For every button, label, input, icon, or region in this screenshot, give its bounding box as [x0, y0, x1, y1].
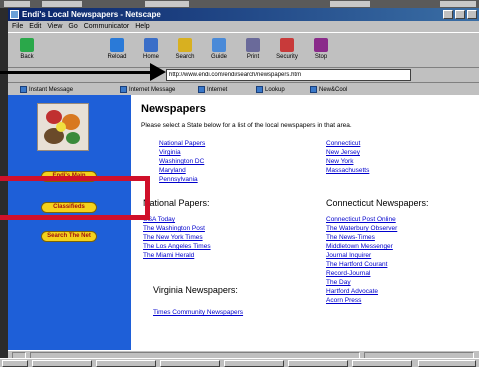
paper-link[interactable]: Times Community Newspapers: [153, 309, 243, 316]
window-title: Endi's Local Newspapers - Netscape: [22, 10, 161, 19]
menu-bar: File Edit View Go Communicator Help: [8, 21, 479, 32]
state-link-massachusetts[interactable]: Massachusetts: [326, 167, 369, 174]
virginia-papers-heading: Virginia Newspapers:: [153, 285, 238, 295]
search-the-net-button[interactable]: Search The Net: [41, 231, 97, 242]
paper-link[interactable]: Record-Journal: [326, 270, 370, 277]
home-icon: [144, 38, 158, 52]
connecticut-papers-heading: Connecticut Newspapers:: [326, 198, 429, 208]
guide-button[interactable]: Guide: [204, 36, 234, 66]
link-instant-message[interactable]: Instant Message: [20, 86, 73, 93]
paper-link[interactable]: Middletown Messenger: [326, 243, 393, 250]
state-link-maryland[interactable]: Maryland: [159, 167, 186, 174]
navigation-toolbar: Back Reload Home Search Guide Print Secu…: [8, 32, 479, 68]
annotation-arrow-line: [0, 71, 154, 74]
intro-text: Please select a State below for a list o…: [141, 122, 352, 129]
strip-button[interactable]: [4, 1, 30, 7]
state-link-washington-dc[interactable]: Washington DC: [159, 158, 204, 165]
taskbar-button[interactable]: [160, 360, 220, 367]
national-papers-heading: National Papers:: [143, 198, 210, 208]
link-new-cool[interactable]: New&Cool: [310, 86, 347, 93]
stop-icon: [314, 38, 328, 52]
taskbar-button[interactable]: [288, 360, 348, 367]
strip-button[interactable]: [145, 1, 189, 7]
link-internet[interactable]: Internet: [198, 86, 227, 93]
guide-icon: [212, 38, 226, 52]
print-button[interactable]: Print: [238, 36, 268, 66]
minimize-button[interactable]: [443, 10, 453, 19]
system-tray: [418, 360, 476, 367]
state-link-connecticut[interactable]: Connecticut: [326, 140, 360, 147]
bookmark-icon: [198, 86, 205, 93]
site-sidebar: Endi's Main Classifieds Search The Net: [8, 95, 131, 350]
reload-icon: [110, 38, 124, 52]
close-button[interactable]: [467, 10, 477, 19]
maximize-button[interactable]: [455, 10, 465, 19]
security-button[interactable]: Security: [272, 36, 302, 66]
printer-icon: [246, 38, 260, 52]
state-link-pennsylvania[interactable]: Pennsylvania: [159, 176, 198, 183]
search-icon: [178, 38, 192, 52]
stop-button[interactable]: Stop: [306, 36, 336, 66]
state-link-new-jersey[interactable]: New Jersey: [326, 149, 360, 156]
title-bar: Endi's Local Newspapers - Netscape: [8, 8, 479, 21]
paper-link[interactable]: The Los Angeles Times: [143, 243, 211, 250]
taskbar-button[interactable]: [96, 360, 156, 367]
reload-button[interactable]: Reload: [102, 36, 132, 66]
top-taskbar-strip: [0, 0, 479, 8]
bookmark-icon: [256, 86, 263, 93]
menu-go[interactable]: Go: [68, 21, 77, 32]
start-button[interactable]: [2, 360, 28, 367]
app-icon: [10, 10, 19, 19]
state-link-virginia[interactable]: Virginia: [159, 149, 181, 156]
paper-link[interactable]: The New York Times: [143, 234, 203, 241]
taskbar-button[interactable]: [224, 360, 284, 367]
menu-view[interactable]: View: [47, 21, 62, 32]
strip-button[interactable]: [440, 1, 476, 7]
bookmark-icon: [20, 86, 27, 93]
annotation-arrow-head: [150, 63, 166, 81]
paper-link[interactable]: The Hartford Courant: [326, 261, 387, 268]
menu-edit[interactable]: Edit: [29, 21, 41, 32]
paper-link[interactable]: The Day: [326, 279, 351, 286]
annotation-highlight-box: [0, 176, 150, 220]
menu-file[interactable]: File: [12, 21, 23, 32]
paper-link[interactable]: Journal Inquirer: [326, 252, 371, 259]
state-link-national[interactable]: National Papers: [159, 140, 205, 147]
paper-link[interactable]: Connecticut Post Online: [326, 216, 396, 223]
back-arrow-icon: [20, 38, 34, 52]
strip-button[interactable]: [330, 1, 370, 7]
page-title: Newspapers: [141, 103, 206, 115]
bookmark-icon: [120, 86, 127, 93]
state-link-new-york[interactable]: New York: [326, 158, 353, 165]
personal-toolbar: Instant Message Internet Message Interne…: [8, 82, 479, 95]
paper-link[interactable]: Hartford Advocate: [326, 288, 378, 295]
home-button[interactable]: Home: [136, 36, 166, 66]
back-button[interactable]: Back: [12, 36, 42, 66]
url-field[interactable]: [166, 69, 411, 81]
lock-icon: [280, 38, 294, 52]
link-lookup[interactable]: Lookup: [256, 86, 285, 93]
paper-link[interactable]: The Washington Post: [143, 225, 205, 232]
taskbar-button[interactable]: [352, 360, 412, 367]
logo-image: [37, 103, 89, 151]
search-button[interactable]: Search: [170, 36, 200, 66]
paper-link[interactable]: The News-Times: [326, 234, 375, 241]
strip-button[interactable]: [42, 1, 82, 7]
main-panel: Newspapers Please select a State below f…: [131, 95, 479, 350]
page-content: Endi's Main Classifieds Search The Net N…: [8, 95, 479, 350]
bookmark-icon: [310, 86, 317, 93]
paper-link[interactable]: Acorn Press: [326, 297, 361, 304]
window-controls: [443, 10, 477, 19]
paper-link[interactable]: The Waterbury Observer: [326, 225, 397, 232]
link-internet-message[interactable]: Internet Message: [120, 86, 175, 93]
paper-link[interactable]: The Miami Herald: [143, 252, 194, 259]
menu-communicator[interactable]: Communicator: [84, 21, 130, 32]
windows-taskbar: [0, 358, 479, 367]
menu-help[interactable]: Help: [135, 21, 149, 32]
taskbar-button[interactable]: [32, 360, 92, 367]
